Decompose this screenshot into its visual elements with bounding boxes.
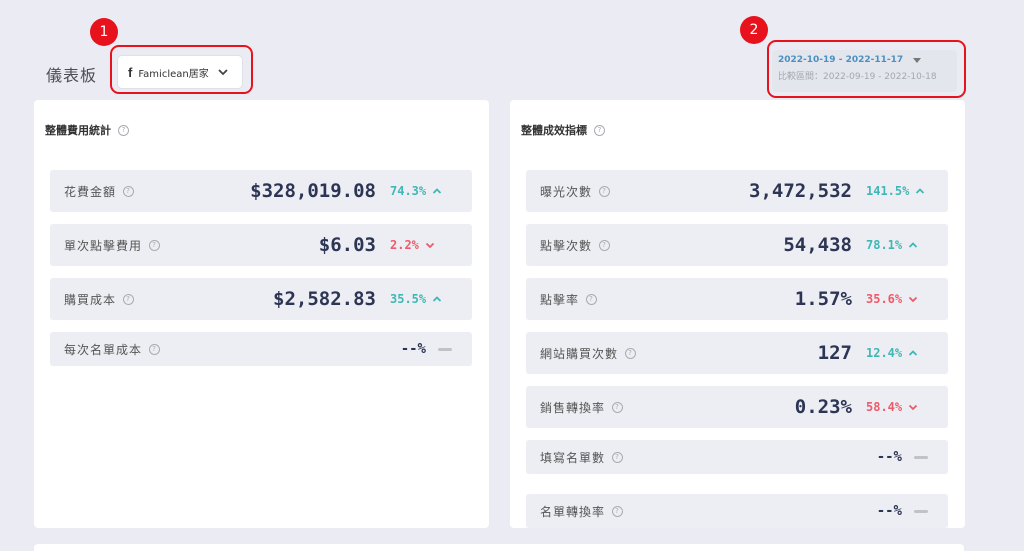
metric-label: 網站購買次數? bbox=[540, 345, 637, 362]
metric-row: 網站購買次數? 127 12.4% bbox=[526, 332, 948, 374]
chevron-up-icon bbox=[908, 350, 918, 356]
metric-value: 127 bbox=[817, 342, 852, 364]
highlight-box-2 bbox=[767, 40, 966, 98]
page-title: 儀表板 bbox=[46, 66, 98, 85]
help-icon[interactable]: ? bbox=[625, 347, 637, 359]
metric-label: 單次點擊費用? bbox=[64, 237, 161, 254]
chevron-up-icon bbox=[432, 296, 442, 302]
chevron-down-icon bbox=[908, 404, 918, 411]
help-icon[interactable]: ? bbox=[586, 293, 598, 305]
metric-change: 74.3% bbox=[390, 184, 442, 198]
metric-row: 每次名單成本? --% bbox=[50, 332, 472, 366]
metric-row: 花費金額? $328,019.08 74.3% bbox=[50, 170, 472, 212]
metric-row: 單次點擊費用? $6.03 2.2% bbox=[50, 224, 472, 266]
metric-label: 點擊次數? bbox=[540, 237, 611, 254]
no-change-icon bbox=[914, 455, 928, 459]
metric-row: 填寫名單數? --% bbox=[526, 440, 948, 474]
metric-row: 點擊率? 1.57% 35.6% bbox=[526, 278, 948, 320]
metric-value: $328,019.08 bbox=[250, 180, 376, 202]
no-change-icon bbox=[438, 347, 452, 351]
help-icon[interactable]: ? bbox=[149, 239, 161, 251]
chevron-up-icon bbox=[908, 242, 918, 248]
metric-change: 35.6% bbox=[866, 292, 918, 306]
metric-value: --% bbox=[400, 341, 426, 357]
metric-value: 54,438 bbox=[783, 234, 852, 256]
metric-change: 35.5% bbox=[390, 292, 442, 306]
metric-label: 購買成本? bbox=[64, 291, 135, 308]
chevron-down-icon bbox=[908, 296, 918, 303]
help-icon[interactable]: ? bbox=[594, 124, 605, 136]
metric-row: 點擊次數? 54,438 78.1% bbox=[526, 224, 948, 266]
help-icon[interactable]: ? bbox=[149, 343, 161, 355]
help-icon[interactable]: ? bbox=[612, 401, 624, 413]
metric-label: 曝光次數? bbox=[540, 183, 611, 200]
chevron-up-icon bbox=[432, 188, 442, 194]
highlight-box-1 bbox=[110, 45, 253, 94]
metric-row: 名單轉換率? --% bbox=[526, 494, 948, 528]
metric-value: 0.23% bbox=[794, 396, 852, 418]
chevron-down-icon bbox=[425, 242, 435, 249]
metric-row: 購買成本? $2,582.83 35.5% bbox=[50, 278, 472, 320]
metric-change: 141.5% bbox=[866, 184, 925, 198]
help-icon[interactable]: ? bbox=[612, 451, 624, 463]
cost-card: 整體費用統計 ? 花費金額? $328,019.08 74.3% 單次點擊費用? $6.… bbox=[34, 100, 489, 528]
metric-value: 1.57% bbox=[794, 288, 852, 310]
help-icon[interactable]: ? bbox=[599, 185, 611, 197]
help-icon[interactable]: ? bbox=[599, 239, 611, 251]
annotation-badge-1: 1 bbox=[90, 18, 118, 46]
metric-value: $6.03 bbox=[318, 234, 376, 256]
next-card-edge bbox=[34, 544, 964, 551]
metric-row: 銷售轉換率? 0.23% 58.4% bbox=[526, 386, 948, 428]
metric-value: $2,582.83 bbox=[273, 288, 376, 310]
chevron-up-icon bbox=[916, 188, 925, 194]
card-title: 整體成效指標 ? bbox=[521, 122, 605, 138]
metric-change: 12.4% bbox=[866, 346, 918, 360]
help-icon[interactable]: ? bbox=[123, 185, 135, 197]
metric-value: --% bbox=[876, 449, 902, 465]
help-icon[interactable]: ? bbox=[118, 124, 129, 136]
metric-label: 填寫名單數? bbox=[540, 449, 624, 466]
no-change-icon bbox=[914, 509, 928, 513]
metric-change: 78.1% bbox=[866, 238, 918, 252]
performance-card: 整體成效指標 ? 曝光次數? 3,472,532 141.5% 點擊次數? 54,438… bbox=[510, 100, 965, 528]
metric-label: 點擊率? bbox=[540, 291, 598, 308]
metric-label: 名單轉換率? bbox=[540, 503, 624, 520]
help-icon[interactable]: ? bbox=[612, 505, 624, 517]
metric-row: 曝光次數? 3,472,532 141.5% bbox=[526, 170, 948, 212]
metric-label: 銷售轉換率? bbox=[540, 399, 624, 416]
metric-value: --% bbox=[876, 503, 902, 519]
help-icon[interactable]: ? bbox=[123, 293, 135, 305]
metric-change: 2.2% bbox=[390, 238, 435, 252]
metric-change: 58.4% bbox=[866, 400, 918, 414]
card-title: 整體費用統計 ? bbox=[45, 122, 129, 138]
annotation-badge-2: 2 bbox=[740, 16, 768, 44]
metric-value: 3,472,532 bbox=[749, 180, 852, 202]
metric-label: 花費金額? bbox=[64, 183, 135, 200]
metric-label: 每次名單成本? bbox=[64, 341, 161, 358]
